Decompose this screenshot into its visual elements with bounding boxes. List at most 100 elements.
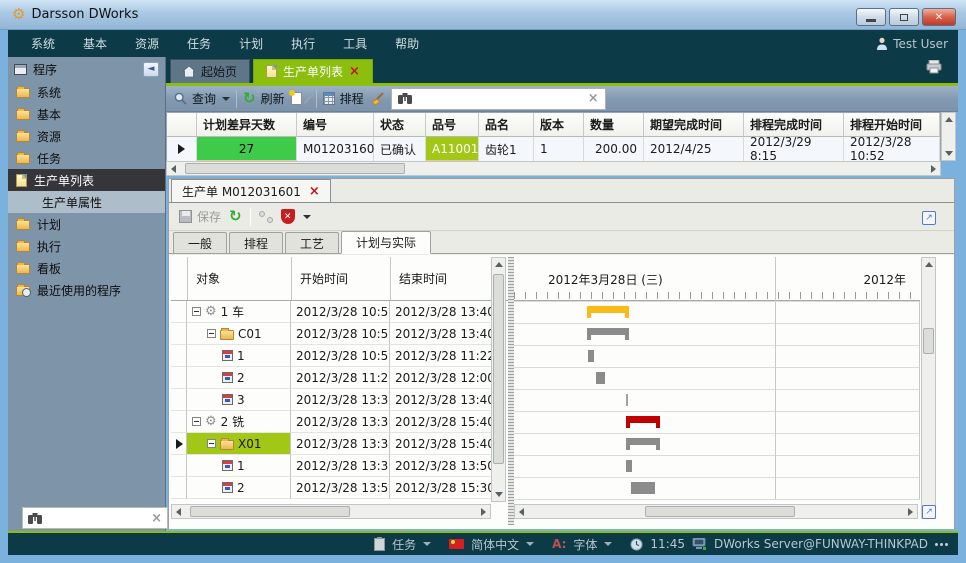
- grid-horizontal-scrollbar[interactable]: [166, 161, 941, 176]
- menu-item[interactable]: 资源: [122, 31, 172, 56]
- close-button[interactable]: ✕: [922, 8, 956, 26]
- sidebar-item-生产单属性[interactable]: 生产单属性: [8, 191, 165, 213]
- gantt-vertical-scrollbar[interactable]: [921, 257, 936, 519]
- grid-data-row[interactable]: 27M012031601已确认A11001齿轮11200.002012/4/25…: [167, 137, 940, 162]
- gantt-bar[interactable]: [626, 460, 632, 472]
- sidebar-item-资源[interactable]: 资源: [8, 125, 165, 147]
- menu-item[interactable]: 工具: [330, 31, 380, 56]
- tree-column-header[interactable]: 开始时间: [292, 257, 391, 300]
- grid-column-header[interactable]: 排程完成时间: [744, 113, 844, 137]
- detail-refresh-icon[interactable]: ↻: [229, 209, 242, 224]
- tab-close-icon[interactable]: ×: [349, 65, 360, 78]
- document-tab[interactable]: 起始页: [170, 59, 250, 83]
- grid-column-header[interactable]: 数量: [584, 113, 644, 137]
- maximize-button[interactable]: [889, 8, 919, 26]
- menu-item[interactable]: 帮助: [382, 31, 432, 56]
- sidebar-item-任务[interactable]: 任务: [8, 147, 165, 169]
- menu-item[interactable]: 系统: [18, 31, 68, 56]
- query-dropdown-caret[interactable]: [222, 97, 230, 101]
- minimize-button[interactable]: [856, 8, 886, 26]
- grid-column-header[interactable]: 期望完成时间: [644, 113, 744, 137]
- tree-column-header[interactable]: 结束时间: [391, 257, 492, 300]
- tree-collapse-icon[interactable]: [207, 329, 216, 338]
- query-button[interactable]: 查询: [174, 90, 216, 107]
- tree-table-row[interactable]: 2 2012/3/28 13:50 2012/3/28 15:30: [171, 477, 508, 499]
- sidebar-search-input[interactable]: [47, 511, 146, 525]
- grid-column-header[interactable]: 编号: [297, 113, 374, 137]
- tree-collapse-icon[interactable]: [192, 307, 201, 316]
- tree-column-header[interactable]: 对象: [188, 257, 292, 300]
- font-dropdown-caret[interactable]: [604, 542, 612, 546]
- gantt-bar[interactable]: [596, 372, 605, 384]
- sidebar-item-执行[interactable]: 执行: [8, 235, 165, 257]
- gantt-bar[interactable]: [626, 438, 660, 445]
- menu-item[interactable]: 计划: [226, 31, 276, 56]
- gantt-bar[interactable]: [587, 306, 629, 313]
- print-icon[interactable]: [926, 60, 960, 74]
- detail-tab-计划与实际[interactable]: 计划与实际: [341, 231, 431, 254]
- broom-icon[interactable]: [370, 92, 385, 106]
- gantt-bar[interactable]: [587, 328, 629, 335]
- new-document-icon[interactable]: [291, 92, 302, 105]
- grid-column-header[interactable]: 计划差异天数: [197, 113, 297, 137]
- detail-tab-工艺[interactable]: 工艺: [285, 232, 339, 253]
- tree-node-label: 1 车: [221, 303, 244, 320]
- status-language[interactable]: 简体中文: [471, 536, 519, 553]
- language-dropdown-caret[interactable]: [526, 542, 534, 546]
- sidebar-item-看板[interactable]: 看板: [8, 257, 165, 279]
- schedule-button[interactable]: 排程: [323, 90, 364, 107]
- sidebar-item-系统[interactable]: 系统: [8, 81, 165, 103]
- grid-column-header[interactable]: 排程开始时间: [844, 113, 940, 137]
- tree-table-row[interactable]: 3 2012/3/28 13:30 2012/3/28 13:40: [171, 389, 508, 411]
- shield-dropdown-caret[interactable]: [303, 215, 311, 219]
- gantt-bar[interactable]: [588, 350, 594, 362]
- grid-column-header[interactable]: 品名: [479, 113, 534, 137]
- detail-tab-一般[interactable]: 一般: [173, 232, 227, 253]
- grid-column-header[interactable]: 状态: [374, 113, 426, 137]
- grid-column-header[interactable]: 品号: [426, 113, 479, 137]
- menu-item[interactable]: 任务: [174, 31, 224, 56]
- menu-item[interactable]: 执行: [278, 31, 328, 56]
- grid-column-header[interactable]: 版本: [534, 113, 584, 137]
- detail-doc-tab[interactable]: 生产单 M012031601 ×: [171, 179, 331, 202]
- status-font[interactable]: 字体: [573, 536, 597, 553]
- detail-close-icon[interactable]: ×: [309, 185, 320, 198]
- tree-table-row[interactable]: 1 2012/3/28 13:30 2012/3/28 13:50: [171, 455, 508, 477]
- tree-table-row[interactable]: ⚙1 车 2012/3/28 10:52 2012/3/28 13:40: [171, 301, 508, 323]
- tree-table-row[interactable]: C01 2012/3/28 10:52 2012/3/28 13:40: [171, 323, 508, 345]
- save-button[interactable]: 保存: [179, 208, 221, 225]
- refresh-button[interactable]: ↻ 刷新: [243, 90, 285, 107]
- tree-horizontal-scrollbar[interactable]: [171, 504, 491, 519]
- gantt-popout-icon[interactable]: ↗: [922, 505, 936, 519]
- current-user[interactable]: Test User: [876, 37, 948, 51]
- tree-table-row[interactable]: X01 2012/3/28 13:30 2012/3/28 15:40: [171, 433, 508, 455]
- sidebar-collapse-button[interactable]: ◄: [143, 62, 159, 77]
- sidebar-item-生产单列表[interactable]: 生产单列表: [8, 169, 165, 191]
- status-task[interactable]: 任务: [392, 536, 416, 553]
- gantt-bar[interactable]: [631, 482, 655, 494]
- tree-collapse-icon[interactable]: [207, 439, 216, 448]
- detail-tab-排程[interactable]: 排程: [229, 232, 283, 253]
- toolbar-search-input[interactable]: [418, 92, 582, 106]
- edit-pencil-icon[interactable]: [303, 93, 314, 104]
- sidebar-item-最近使用的程序[interactable]: 最近使用的程序: [8, 279, 165, 301]
- grid-vertical-scrollbar[interactable]: [941, 112, 956, 161]
- sidebar-item-计划[interactable]: 计划: [8, 213, 165, 235]
- menu-item[interactable]: 基本: [70, 31, 120, 56]
- gantt-horizontal-scrollbar[interactable]: [514, 504, 918, 519]
- tree-collapse-icon[interactable]: [192, 417, 201, 426]
- task-dropdown-caret[interactable]: [423, 542, 431, 546]
- sidebar-item-基本[interactable]: 基本: [8, 103, 165, 125]
- shield-cancel-icon[interactable]: ✕: [281, 209, 295, 224]
- node-link-icon[interactable]: [259, 211, 273, 223]
- tree-vertical-scrollbar[interactable]: [491, 257, 506, 502]
- gantt-bar[interactable]: [626, 394, 628, 406]
- tree-table-row[interactable]: 1 2012/3/28 10:52 2012/3/28 11:22: [171, 345, 508, 367]
- tree-table-row[interactable]: ⚙2 铣 2012/3/28 13:30 2012/3/28 15:40: [171, 411, 508, 433]
- sidebar-search-clear-icon[interactable]: ×: [151, 512, 162, 525]
- document-tab[interactable]: 生产单列表 ×: [253, 59, 373, 83]
- tree-table-row[interactable]: 2 2012/3/28 11:22 2012/3/28 12:00: [171, 367, 508, 389]
- gantt-bar[interactable]: [626, 416, 660, 423]
- popout-icon[interactable]: ↗: [922, 211, 936, 225]
- toolbar-search-clear-icon[interactable]: ×: [588, 92, 599, 105]
